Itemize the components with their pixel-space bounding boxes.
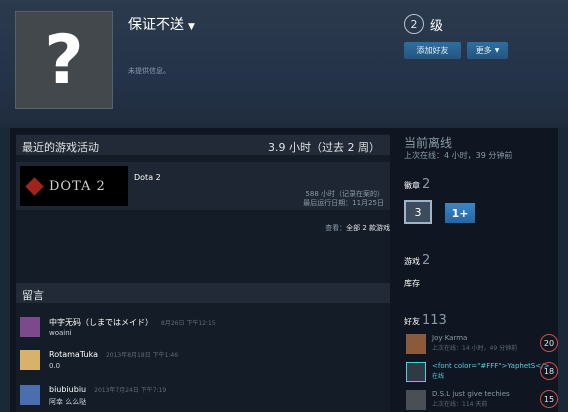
games-count: 2: [422, 253, 431, 268]
friend-name[interactable]: Joy Karma: [432, 334, 467, 342]
badges-link[interactable]: 徽章 2: [404, 177, 430, 192]
comments-header: 留言: [16, 283, 390, 303]
more-label: 更多: [475, 46, 492, 55]
friend-name[interactable]: <font color="#FFF">YaphetS</>: [432, 362, 549, 370]
comment-date: 2013年8月18日 下午1:46: [105, 352, 179, 359]
comment-author[interactable]: biubiubiu: [49, 385, 86, 394]
chevron-down-icon: ▼: [188, 22, 195, 32]
online-status: 当前离线: [404, 136, 453, 150]
game-name-link[interactable]: Dota 2: [134, 173, 161, 182]
years-badge-icon[interactable]: 1+: [445, 203, 475, 223]
chevron-down-icon: ▼: [494, 47, 500, 54]
avatar[interactable]: [406, 334, 426, 354]
game-last-played: 最后运行日期：11月25日: [303, 199, 384, 207]
view-all-games: 查看：全部 2 款游戏: [325, 223, 390, 233]
game-logo-text: DOTA 2: [49, 178, 106, 194]
friend-status: 在线: [432, 373, 445, 380]
inventory-link[interactable]: 库存: [404, 278, 420, 289]
friend-level-badge: 15: [540, 390, 558, 408]
profile-level[interactable]: 2 级: [404, 14, 443, 34]
avatar[interactable]: [20, 350, 40, 370]
games-link[interactable]: 游戏 2: [404, 253, 430, 268]
comment-author[interactable]: 中字无码（しまではメイド）: [49, 318, 153, 327]
friend-level-badge: 20: [540, 334, 558, 352]
comment-text: 0.0: [49, 362, 61, 370]
avatar[interactable]: [406, 362, 426, 382]
avatar[interactable]: [20, 317, 40, 337]
badges-count: 2: [422, 177, 431, 192]
friend-status: 上次在线：14 小时，49 分钟前: [432, 345, 518, 352]
game-capsule[interactable]: DOTA 2: [20, 166, 128, 206]
friend-item[interactable]: Joy Karma 上次在线：14 小时，49 分钟前 20: [406, 334, 558, 356]
friend-status: 上次在线：114 天前: [432, 401, 488, 408]
friend-name[interactable]: D.S.L just give techies: [432, 390, 510, 398]
friend-level-badge: 18: [540, 362, 558, 380]
comment-text: woaini: [49, 329, 72, 337]
recent-activity-header: 最近的游戏活动 3.9 小时（过去 2 周）: [16, 135, 390, 155]
badges-label: 徽章: [404, 181, 420, 190]
add-friend-label: 添加好友: [416, 46, 449, 55]
add-friend-button[interactable]: 添加好友: [404, 42, 461, 59]
profile-avatar: ?: [15, 11, 113, 109]
level-badge: 2: [404, 14, 424, 34]
profile-summary: 未提供信息。: [128, 67, 170, 75]
games-label: 游戏: [404, 257, 420, 266]
last-online: 上次在线：4 小时，39 分钟前: [404, 151, 513, 160]
comment-author[interactable]: RotamaTuka: [49, 350, 98, 359]
recent-activity-title: 最近的游戏活动: [22, 141, 99, 154]
friends-link[interactable]: 好友 113: [404, 313, 447, 328]
profile-name: 保证不送: [128, 17, 184, 33]
avatar[interactable]: [20, 385, 40, 405]
dota-logo-icon: [25, 176, 44, 196]
friend-item[interactable]: <font color="#FFF">YaphetS</> 在线 18: [406, 362, 558, 384]
more-button[interactable]: 更多 ▼: [467, 42, 508, 59]
friends-count: 113: [422, 313, 447, 328]
recent-hours-summary: 3.9 小时（过去 2 周）: [268, 141, 380, 154]
avatar[interactable]: [406, 390, 426, 410]
question-mark-icon: ?: [44, 20, 84, 100]
comment-date: 2013年7月24日 下午7:19: [94, 387, 167, 394]
comment-date: 8月26日 下午12:15: [161, 320, 216, 327]
level-badge-icon[interactable]: 3: [404, 200, 432, 224]
friend-item[interactable]: D.S.L just give techies 上次在线：114 天前 15: [406, 390, 558, 412]
view-all-prefix: 查看：: [325, 224, 347, 232]
level-suffix: 级: [430, 18, 444, 34]
comment-text: 阿幸 么么哒: [49, 398, 87, 406]
friends-label: 好友: [404, 317, 420, 326]
comments-title: 留言: [22, 289, 44, 302]
profile-name-menu[interactable]: 保证不送 ▼: [128, 14, 195, 34]
view-all-games-link[interactable]: 全部 2 款游戏: [346, 224, 390, 232]
